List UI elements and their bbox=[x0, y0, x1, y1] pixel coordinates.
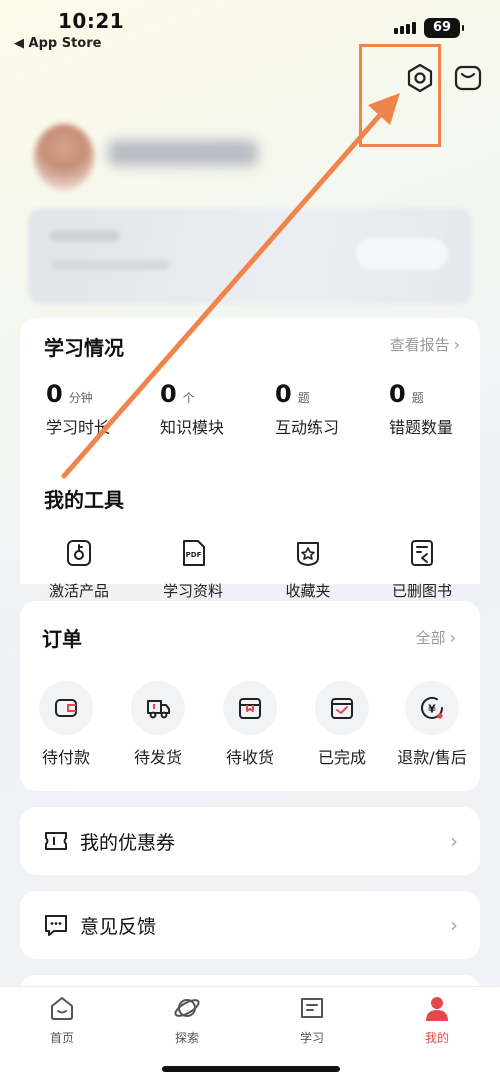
view-all-orders-link[interactable]: 全部 › bbox=[416, 627, 456, 648]
svg-text:¥: ¥ bbox=[428, 703, 436, 716]
status-time: 10:21 bbox=[58, 9, 125, 33]
wallet-icon bbox=[55, 699, 77, 717]
view-report-link[interactable]: 查看报告 › bbox=[390, 334, 460, 355]
study-section-title: 学习情况 bbox=[44, 336, 124, 360]
star-icon bbox=[297, 542, 319, 566]
order-pending-shipment[interactable]: 待发货 bbox=[112, 681, 204, 768]
home-icon bbox=[51, 997, 73, 1020]
coupon-icon bbox=[45, 832, 67, 850]
order-pending-receipt[interactable]: 待收货 bbox=[204, 681, 296, 768]
order-pending-payment[interactable]: 待付款 bbox=[20, 681, 112, 768]
svg-text:PDF: PDF bbox=[186, 551, 202, 559]
chevron-right-icon: › bbox=[449, 628, 456, 647]
feedback-icon bbox=[45, 915, 67, 936]
check-box-icon bbox=[331, 698, 353, 719]
planet-icon bbox=[174, 999, 200, 1017]
battery-indicator: 69 bbox=[424, 18, 464, 38]
tool-study-materials[interactable]: PDF 学习资料 bbox=[148, 538, 238, 601]
key-icon bbox=[67, 540, 91, 566]
back-to-app-store-link[interactable]: ◀ App Store bbox=[14, 36, 101, 51]
chevron-right-icon: › bbox=[450, 829, 458, 853]
member-card-blurred[interactable] bbox=[28, 208, 472, 304]
stat-wrong-questions[interactable]: 0题 错题数量 bbox=[389, 380, 499, 438]
tools-section-title: 我的工具 bbox=[44, 488, 124, 512]
tab-explore[interactable]: 探索 bbox=[142, 993, 232, 1046]
home-indicator bbox=[162, 1066, 340, 1072]
pdf-icon: PDF bbox=[183, 540, 205, 566]
username-blurred bbox=[108, 140, 258, 166]
feedback-label: 意见反馈 bbox=[80, 916, 157, 938]
orders-card: 订单 全部 › 待付款 待发货 待收货 已完成 ¥ 退款/售后 bbox=[20, 601, 480, 791]
chevron-right-icon: › bbox=[453, 335, 460, 354]
signal-icon bbox=[394, 22, 416, 34]
truck-icon bbox=[147, 700, 170, 719]
stat-knowledge-modules[interactable]: 0个 知识模块 bbox=[160, 380, 270, 438]
message-icon[interactable] bbox=[452, 62, 484, 94]
avatar[interactable] bbox=[34, 124, 94, 190]
tool-favorites[interactable]: 收藏夹 bbox=[263, 538, 353, 601]
chevron-right-icon: › bbox=[450, 913, 458, 937]
tool-deleted-books[interactable]: 已删图书 bbox=[377, 538, 467, 601]
refund-icon: ¥ bbox=[421, 696, 443, 719]
coupons-row[interactable]: 我的优惠券 › bbox=[20, 807, 480, 875]
tab-study[interactable]: 学习 bbox=[267, 993, 357, 1046]
book-open-icon bbox=[301, 998, 323, 1018]
tool-activate-product[interactable]: 激活产品 bbox=[34, 538, 124, 601]
box-icon bbox=[239, 698, 261, 719]
study-card: 学习情况 查看报告 › 0 分钟 学习时长 0个 知识模块 0题 互动练习 0题 错… bbox=[20, 318, 480, 600]
tab-mine[interactable]: 我的 bbox=[392, 993, 482, 1046]
tab-home[interactable]: 首页 bbox=[17, 993, 107, 1046]
feedback-row[interactable]: 意见反馈 › bbox=[20, 891, 480, 959]
orders-section-title: 订单 bbox=[42, 627, 82, 651]
profile-header[interactable] bbox=[34, 124, 474, 204]
coupons-label: 我的优惠券 bbox=[80, 832, 176, 854]
person-icon bbox=[426, 997, 448, 1021]
order-refund-aftersale[interactable]: ¥ 退款/售后 bbox=[386, 681, 478, 768]
book-icon bbox=[411, 540, 433, 566]
stat-study-duration[interactable]: 0 分钟 学习时长 bbox=[46, 380, 156, 438]
order-completed[interactable]: 已完成 bbox=[296, 681, 388, 768]
stat-interactive-practice[interactable]: 0题 互动练习 bbox=[275, 380, 385, 438]
